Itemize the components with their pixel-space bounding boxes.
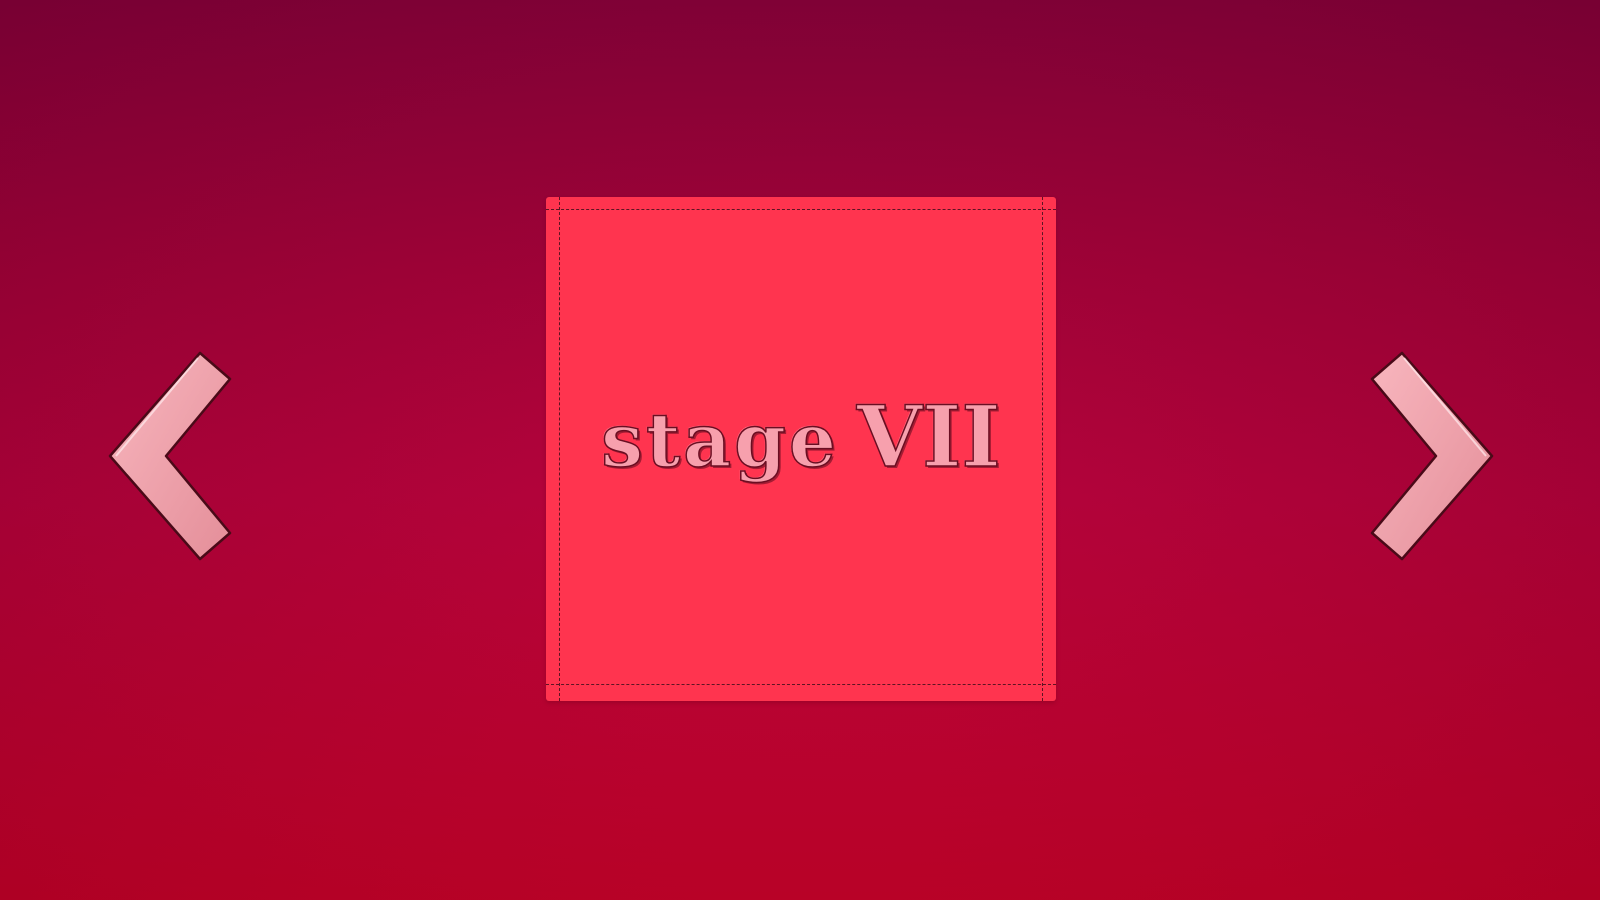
stitch-top xyxy=(546,209,1056,210)
previous-stage-button[interactable] xyxy=(108,348,232,572)
stage-word: stage xyxy=(601,398,839,484)
stage-select-screen: stage VII xyxy=(0,0,1600,900)
next-stage-button[interactable] xyxy=(1370,348,1494,572)
stitch-bottom xyxy=(546,684,1056,685)
stage-numeral: VII xyxy=(856,387,1001,486)
chevron-left-icon xyxy=(108,351,232,561)
chevron-right-icon xyxy=(1370,351,1494,561)
stage-card[interactable]: stage VII xyxy=(546,197,1056,701)
stage-title: stage VII xyxy=(546,394,1056,480)
